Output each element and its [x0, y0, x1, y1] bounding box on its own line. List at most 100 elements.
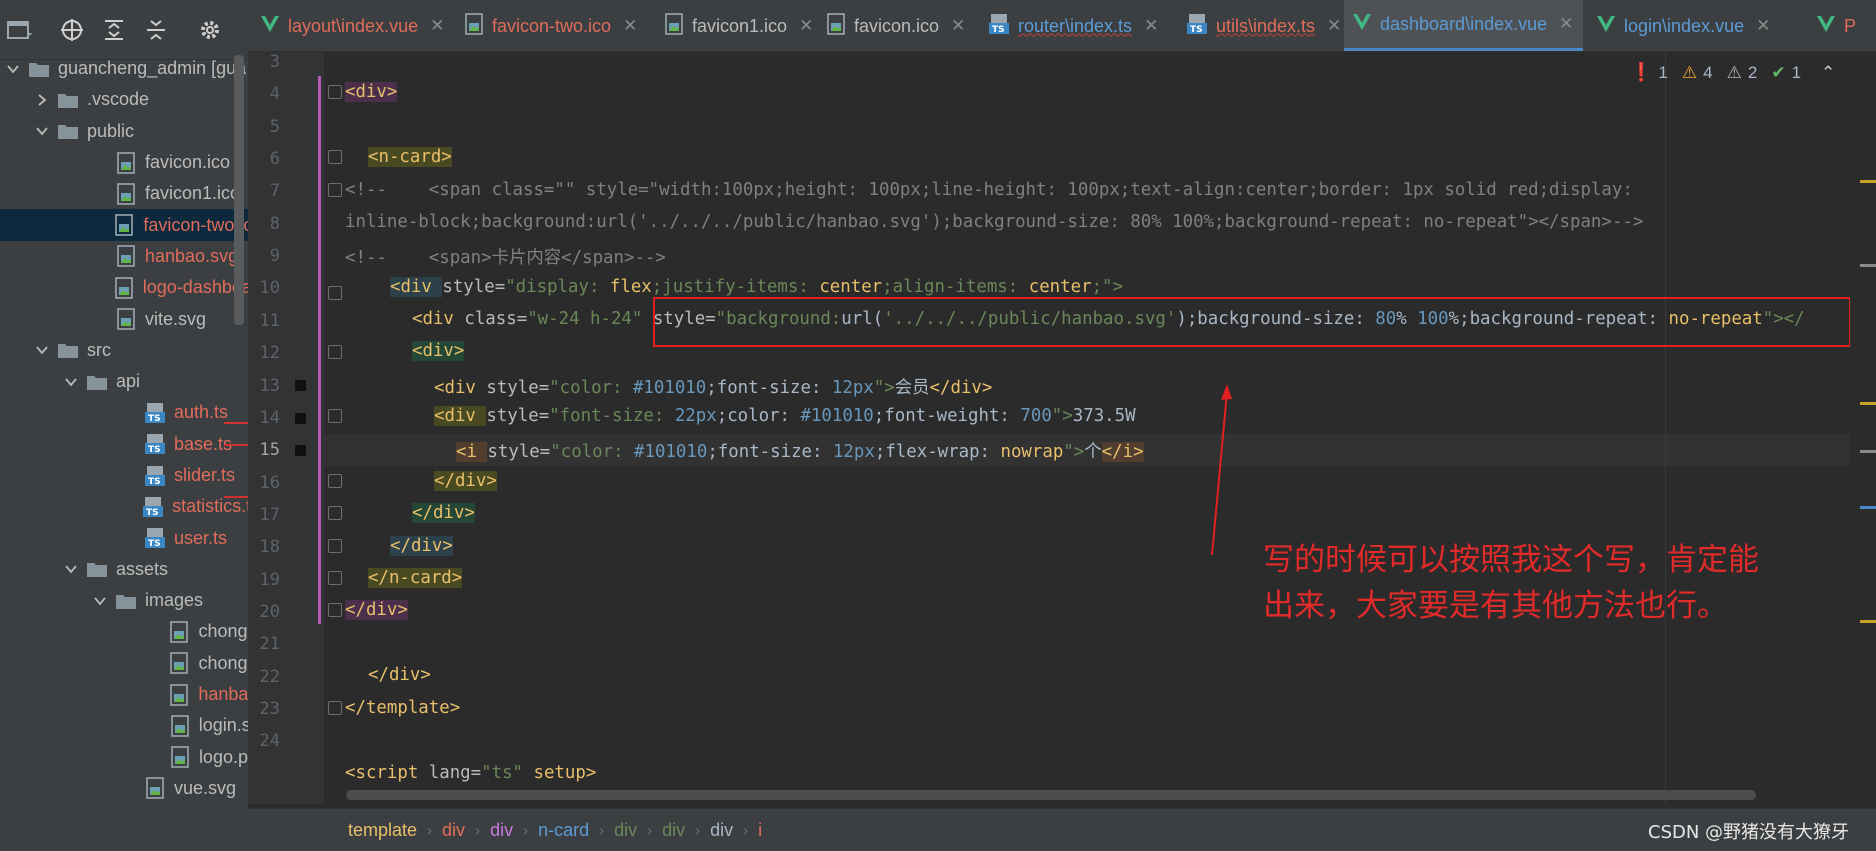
editor-tab[interactable]: login\index.vue ✕ [1588, 0, 1780, 51]
breadcrumb-item[interactable]: n-card [538, 820, 589, 841]
tree-item[interactable]: images [0, 585, 248, 616]
line-number: 23 [259, 699, 280, 719]
chevron-down-icon[interactable] [93, 594, 107, 608]
project-view-icon[interactable] [6, 16, 34, 44]
vertical-scrollbar[interactable] [1850, 52, 1876, 804]
tree-item-label: chongqin [198, 621, 248, 642]
collapse-all-icon[interactable] [142, 16, 170, 44]
code-line-6: <n-card> [368, 147, 452, 167]
tree-item[interactable]: vue.svg [0, 773, 248, 804]
project-scrollbar[interactable] [234, 55, 244, 325]
breadcrumb-item[interactable]: div [710, 820, 733, 841]
vue-icon [1352, 13, 1372, 36]
editor-tab[interactable]: TS router\index.ts ✕ [980, 0, 1168, 51]
tree-item-label: logo-dashboard [142, 277, 248, 298]
tree-item[interactable]: TS slider.ts [0, 460, 248, 491]
tree-item[interactable]: vite.svg [0, 303, 248, 334]
tree-item-label: guancheng_admin [gua [58, 58, 247, 79]
close-icon[interactable]: ✕ [1144, 16, 1158, 36]
fold-icon[interactable] [328, 345, 342, 359]
chevron-down-icon[interactable] [35, 124, 49, 138]
tree-item[interactable]: logo-dashboard [0, 272, 248, 303]
breadcrumb-item[interactable]: div [490, 820, 513, 841]
breadcrumb-item[interactable]: template [348, 820, 417, 841]
editor-tab[interactable]: layout\index.vue ✕ [252, 0, 454, 51]
tab-label: layout\index.vue [288, 15, 419, 36]
fold-icon[interactable] [328, 506, 342, 520]
fold-icon[interactable] [328, 603, 342, 617]
tree-item[interactable]: favicon-two.ico [0, 209, 248, 241]
chevron-down-icon[interactable] [35, 343, 49, 357]
tree-item[interactable]: guancheng_admin [gua [0, 53, 248, 84]
fold-icon[interactable] [328, 474, 342, 488]
editor-tab[interactable]: favicon-two.ico ✕ [456, 0, 647, 51]
tree-item[interactable]: chongqin [0, 616, 248, 647]
line-number: 24 [259, 731, 280, 752]
close-icon[interactable]: ✕ [623, 16, 637, 36]
tree-item[interactable]: api [0, 366, 248, 397]
tree-item[interactable]: TS user.ts [0, 522, 248, 553]
code-editor[interactable] [324, 52, 1876, 804]
close-icon[interactable]: ✕ [1559, 14, 1573, 34]
editor-tab[interactable]: P [1808, 0, 1866, 51]
editor-tab[interactable]: dashboard\index.vue ✕ [1344, 0, 1584, 51]
chevron-down-icon[interactable] [6, 62, 20, 76]
tree-item[interactable]: chongqin [0, 648, 248, 679]
chevron-up-icon[interactable]: ⌃ [1821, 63, 1835, 83]
fold-icon[interactable] [328, 409, 342, 423]
chevron-down-icon[interactable] [64, 562, 78, 576]
tree-item[interactable]: TS base.ts [0, 429, 248, 460]
fold-icon[interactable] [328, 85, 342, 99]
breadcrumb-item[interactable]: div [662, 820, 685, 841]
fold-icon[interactable] [328, 701, 342, 715]
horizontal-scrollbar[interactable] [346, 790, 1756, 800]
chevron-down-icon[interactable] [64, 375, 78, 389]
tree-item-label: user.ts [174, 527, 228, 548]
close-icon[interactable]: ✕ [951, 16, 965, 36]
editor-tab[interactable]: favicon1.ico ✕ [656, 0, 823, 51]
breadcrumb-item[interactable]: div [442, 820, 465, 841]
tree-item[interactable]: login.svg [0, 710, 248, 741]
tree-item[interactable]: assets [0, 554, 248, 585]
fold-icon[interactable] [328, 571, 342, 585]
locate-file-icon[interactable] [58, 16, 86, 44]
close-icon[interactable]: ✕ [430, 16, 444, 36]
editor-tab[interactable]: TS utils\index.ts ✕ [1178, 0, 1351, 51]
fold-icon[interactable] [328, 183, 342, 197]
line-number: 21 [259, 634, 280, 655]
tree-item[interactable]: logo.png [0, 742, 248, 773]
code-line-8: inline-block;background:url('../../../pu… [345, 212, 1644, 232]
breadcrumb-separator: › [743, 821, 749, 839]
close-icon[interactable]: ✕ [1756, 16, 1770, 36]
tree-item[interactable]: .vscode [0, 84, 248, 115]
fold-icon[interactable] [328, 286, 342, 300]
tree-item[interactable]: TS auth.ts [0, 397, 248, 428]
breadcrumb-item[interactable]: div [614, 820, 637, 841]
tab-label: dashboard\index.vue [1380, 13, 1548, 34]
fold-icon[interactable] [328, 150, 342, 164]
editor-tab[interactable]: favicon.ico ✕ [818, 0, 975, 51]
tree-item[interactable]: favicon.ico [0, 147, 248, 178]
tree-item[interactable]: src [0, 335, 248, 366]
tree-item-label: auth.ts [174, 402, 229, 423]
breadcrumb-separator: › [475, 821, 481, 839]
expand-all-icon[interactable] [100, 16, 128, 44]
vue-icon [1816, 15, 1836, 38]
tree-item[interactable]: public [0, 116, 248, 147]
image-file-icon [168, 683, 190, 706]
fold-icon[interactable] [328, 539, 342, 553]
image-file-icon [169, 746, 191, 768]
error-count: 1 [1658, 62, 1668, 82]
chevron-right-icon[interactable] [35, 93, 49, 107]
tree-item[interactable]: hanbao.svg [0, 241, 248, 272]
tree-item[interactable]: TS statistics.ts [0, 491, 248, 522]
gear-icon[interactable] [196, 16, 224, 44]
tree-item[interactable]: hanbao.s [0, 679, 248, 710]
close-icon[interactable]: ✕ [799, 16, 813, 36]
vue-icon [260, 15, 280, 38]
breadcrumb-item[interactable]: i [758, 820, 762, 841]
gutter-marker [295, 413, 306, 424]
close-icon[interactable]: ✕ [1327, 16, 1341, 36]
inspection-widget[interactable]: ❗ 1 ⚠ 4 ⚠ 2 ✔ 1 ⌃ ⌄ [1630, 62, 1870, 83]
tree-item[interactable]: favicon1.ico [0, 178, 248, 209]
